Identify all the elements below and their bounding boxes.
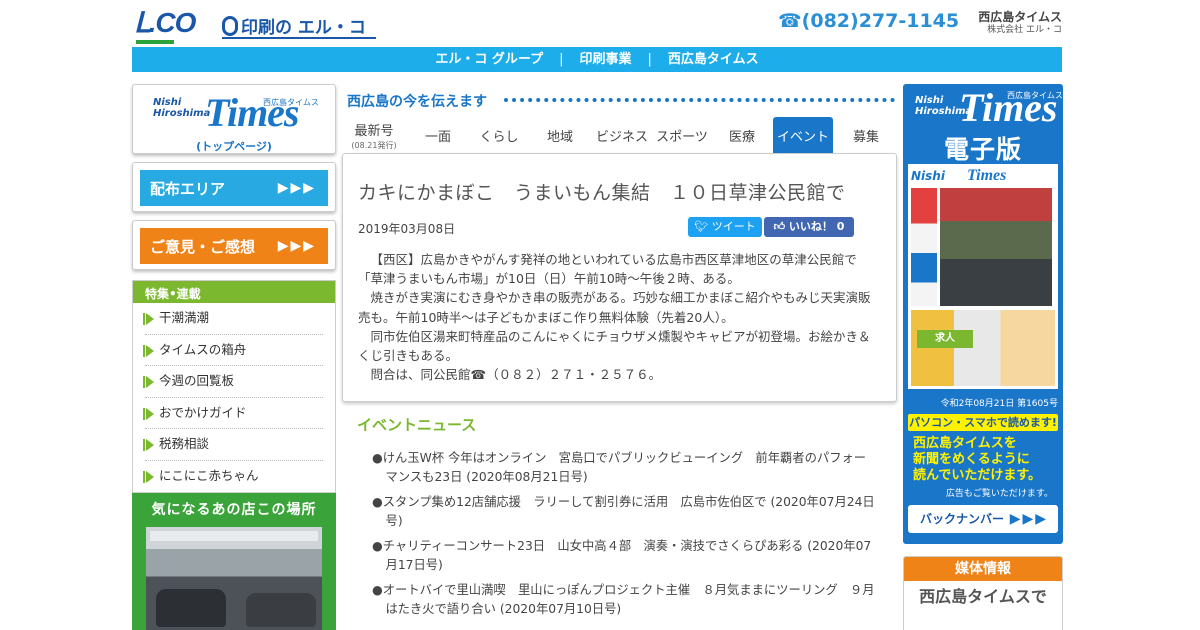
nav-nishihiroshima-times[interactable]: 西広島タイムス <box>668 52 759 67</box>
shop-feature-title: 気になるあの店この場所 <box>151 502 317 518</box>
distribution-area-button[interactable]: 配布エリア ▶▶▶ <box>132 162 336 212</box>
top-page-label: (トップページ) <box>196 140 272 153</box>
tab-event[interactable]: イベント <box>773 117 833 153</box>
nav-lco-group[interactable]: エル・コ グループ <box>435 52 543 67</box>
green-arrow-icon <box>143 407 154 420</box>
like-button[interactable]: 👍︎ いいね！ 0 <box>764 217 854 237</box>
main-content: 西広島の今を伝えます 最新号 (08.21発行) 一面 くらし 地域 ビジネス ス… <box>342 84 897 616</box>
feature-heading: 特集•連載 <box>133 281 335 303</box>
twitter-icon: 🐦︎ <box>694 220 709 233</box>
tab-sports[interactable]: スポーツ <box>654 117 710 153</box>
feature-item-tax[interactable]: 税務相談 <box>143 429 323 461</box>
shop-feature[interactable]: 気になるあの店この場所 <box>132 493 336 630</box>
triple-arrow-icon: ▶▶▶ <box>277 238 316 254</box>
tab-medical[interactable]: 医療 <box>722 117 762 153</box>
site-header: Ⅼ.CO 印刷の エル・コ ☎(082)277-1145 西広島タイムス 株式会… <box>132 0 1062 46</box>
news-item[interactable]: ●けん玉W杯 今年はオンライン 宮島口でパブリックビューイング 前年覇者のパフォ… <box>372 449 875 487</box>
newspaper-thumbnail[interactable]: Nishi Times 求人 <box>908 164 1058 389</box>
tagline: 西広島の今を伝えます <box>342 84 897 114</box>
triple-arrow-icon: ▶▶▶ <box>277 180 316 196</box>
newspaper-photo <box>940 188 1052 306</box>
issue-number: 令和2年08月21日 第1605号 <box>940 399 1058 409</box>
company-name: 西広島タイムス <box>978 10 1062 24</box>
feature-item-ark[interactable]: タイムスの箱舟 <box>143 335 323 366</box>
paper-green-badge: 求人 <box>917 330 973 348</box>
green-arrow-icon <box>143 470 154 483</box>
times-top-link[interactable]: Nishi Hiroshima Times 西広島タイムス (トップページ) <box>132 84 336 154</box>
triple-arrow-icon: ▶▶▶ <box>1009 511 1048 527</box>
event-news-heading: イベントニュース <box>357 416 477 434</box>
article-paragraph: 同市佐伯区湯来町特産品のこんにゃくにチョウザメ燻製やキャビアが初登場。お絵かき＆… <box>358 328 871 364</box>
read-on-pc-badge: パソコン・スマホで読めます! <box>908 414 1058 431</box>
event-news: イベントニュース ●けん玉W杯 今年はオンライン 宮島口でパブリックビューイング… <box>342 414 897 625</box>
top-nav: エル・コ グループ | 印刷事業 | 西広島タイムス <box>132 47 1062 72</box>
nav-printing[interactable]: 印刷事業 <box>579 52 631 67</box>
shop-photo <box>146 527 322 630</box>
tab-region[interactable]: 地域 <box>538 117 582 153</box>
edition-title: 電子版 <box>943 135 1022 164</box>
media-info[interactable]: 媒体情報 西広島タイムスで <box>903 556 1063 630</box>
news-item[interactable]: ●オートバイで里山満喫 里山にっぽんプロジェクト主催 ８月気ままにツーリング ９… <box>372 581 875 619</box>
tab-living[interactable]: くらし <box>474 117 524 153</box>
article-body: 【西区】広島かきやがんす発祥の地といわれている広島市西区草津地区の草津公民館で「… <box>358 250 881 384</box>
news-item[interactable]: ●チャリティーコンサート23日 山女中高４部 演奏・演技でさくらぴあ彩る (20… <box>372 537 875 575</box>
print-lco-logo[interactable]: 印刷の エル・コ <box>222 13 376 39</box>
tab-front[interactable]: 一面 <box>416 117 460 153</box>
lco-logo[interactable]: Ⅼ.CO <box>134 6 196 44</box>
edition-logo-small: 西広島タイムス <box>1007 91 1063 100</box>
tagline-text: 西広島の今を伝えます <box>347 94 487 110</box>
green-arrow-icon <box>143 344 154 357</box>
feature-item-baby[interactable]: にこにこ赤ちゃん <box>143 461 323 493</box>
media-info-body: 西広島タイムスで <box>904 581 1062 609</box>
article-title: カキにかまぼこ うまいもん集結 １０日草津公民館で <box>358 182 846 204</box>
back-number-button[interactable]: バックナンバー ▶▶▶ <box>908 505 1058 533</box>
times-logo-nishi: Nishi Hiroshima <box>153 97 211 119</box>
company-block: 西広島タイムス 株式会社 エル・コ <box>978 10 1062 36</box>
tab-recruit[interactable]: 募集 <box>844 117 888 153</box>
news-item[interactable]: ●スタンプ集め12店舗応援 ラリーして割引券に活用 広島市佐伯区で (2020年… <box>372 493 875 531</box>
green-arrow-icon <box>143 439 154 451</box>
article-paragraph: 焼きがき実演にむき身やかき串の販売がある。巧妙な細工かまぼこ紹介やもみじ天実演販… <box>358 290 871 325</box>
green-arrow-icon <box>143 313 154 325</box>
article-paragraph: 問合は、同公民館☎（０８２）２７１・２５７６。 <box>370 367 662 383</box>
digital-edition-panel[interactable]: Nishi Hiroshima Times 西広島タイムス 電子版 Nishi Ti… <box>903 84 1063 544</box>
article: カキにかまぼこ うまいもん集結 １０日草津公民館で 2019年03月08日 🐦︎… <box>342 153 897 402</box>
feature-item-outing[interactable]: おでかけガイド <box>143 398 323 429</box>
tweet-button[interactable]: 🐦︎ ツイート <box>688 217 762 237</box>
edition-description: 西広島タイムスを 新聞をめくるように 読んでいただけます。 <box>913 436 1042 483</box>
right-sidebar: Nishi Hiroshima Times 西広島タイムス 電子版 Nishi Ti… <box>903 84 1063 630</box>
article-paragraph: 【西区】広島かきやがんす発祥の地といわれている広島市西区草津地区の草津公民館で「… <box>358 252 857 287</box>
feedback-label: ご意見・ご感想 <box>150 237 256 256</box>
green-arrow-icon <box>143 376 154 388</box>
lco-logo-text: Ⅼ.CO <box>134 7 196 38</box>
times-logo-small: 西広島タイムス <box>263 98 319 107</box>
feature-menu: 特集•連載 干潮満潮 タイムスの箱舟 今週の回覧板 おでかけガイド 税務相談 に… <box>132 280 336 493</box>
ad-note: 広告もご覧いただけます。 <box>945 489 1053 499</box>
print-logo-text: 印刷の エル・コ <box>241 18 366 38</box>
tab-business[interactable]: ビジネス <box>594 117 650 153</box>
print-logo-icon <box>222 16 238 36</box>
distribution-area-label: 配布エリア <box>150 179 226 198</box>
thumbs-up-icon: 👍︎ <box>773 220 786 233</box>
media-info-heading: 媒体情報 <box>904 557 1062 581</box>
feature-item-tide[interactable]: 干潮満潮 <box>143 303 323 335</box>
phone-number: ☎(082)277-1145 <box>778 10 960 32</box>
feedback-button[interactable]: ご意見・ご感想 ▶▶▶ <box>132 220 336 270</box>
tab-latest[interactable]: 最新号 (08.21発行) <box>348 117 400 153</box>
feature-item-bulletin[interactable]: 今週の回覧板 <box>143 366 323 398</box>
category-tabs: 最新号 (08.21発行) 一面 くらし 地域 ビジネス スポーツ 医療 イベント… <box>342 117 897 153</box>
left-sidebar: Nishi Hiroshima Times 西広島タイムス (トップページ) 配布… <box>132 84 336 630</box>
company-sub: 株式会社 エル・コ <box>987 25 1062 35</box>
article-date: 2019年03月08日 <box>358 222 456 236</box>
